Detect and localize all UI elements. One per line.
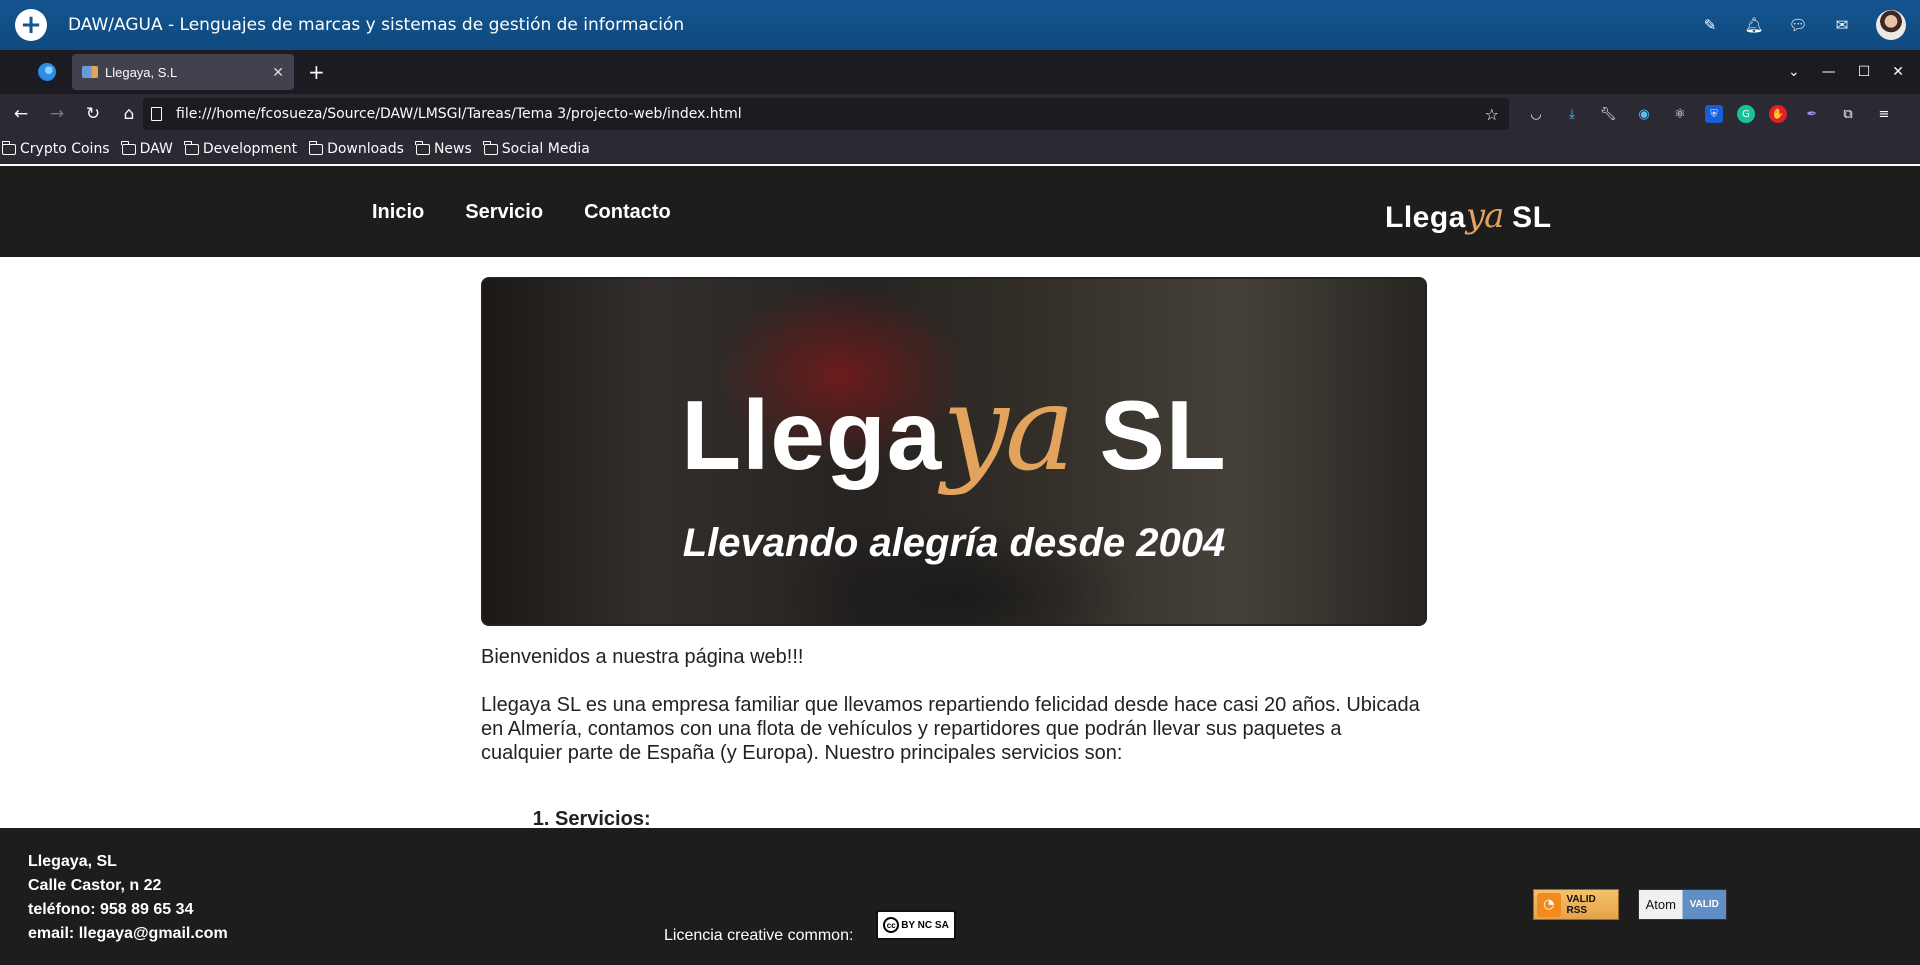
window-controls: ⌄ — ☐ ✕ (1788, 50, 1904, 94)
bookmark-folder-crypto[interactable]: Crypto Coins (1, 140, 110, 157)
download-icon[interactable]: ⤓ (1561, 103, 1583, 125)
site-logo[interactable]: Llegaya SL (1385, 196, 1552, 236)
pin-icon[interactable]: ✎ (1700, 15, 1720, 35)
email: email: llegaya@gmail.com (28, 925, 228, 942)
bookmark-folder-development[interactable]: Development (184, 140, 297, 157)
hero-banner: Llegaya SL Llevando alegría desde 2004 (481, 277, 1427, 626)
bookmark-star-icon[interactable]: ☆ (1485, 105, 1499, 124)
company-name: Llegaya, SL (28, 853, 117, 870)
folder-icon (483, 140, 498, 155)
tab-active[interactable]: Llegaya, S.L ✕ (72, 54, 294, 90)
target-extension-icon[interactable]: ◉ (1633, 103, 1655, 125)
site-favicon-icon (82, 66, 98, 78)
nav-link-servicio[interactable]: Servicio (465, 201, 543, 224)
url-text[interactable]: file:///home/fcosueza/Source/DAW/LMSGI/T… (176, 106, 1485, 122)
creative-commons-badge[interactable]: cc BY NC SA (876, 910, 956, 940)
url-bar[interactable]: file:///home/fcosueza/Source/DAW/LMSGI/T… (143, 98, 1509, 130)
bookmark-folder-social-media[interactable]: Social Media (483, 140, 590, 157)
site-header: Inicio Servicio Contacto Llegaya SL (0, 166, 1920, 257)
folder-icon (1, 140, 16, 155)
tab-list-chevron-down-icon[interactable]: ⌄ (1788, 64, 1800, 80)
welcome-text: Bienvenidos a nuestra página web!!! (481, 646, 804, 668)
add-icon[interactable]: + (15, 9, 47, 41)
mail-icon[interactable]: ✉ (1832, 15, 1852, 35)
contact-info: Llegaya, SL Calle Castor, n 22 teléfono:… (28, 850, 228, 946)
address: Calle Castor, n 22 (28, 877, 162, 894)
nav-link-inicio[interactable]: Inicio (372, 201, 424, 224)
grammarly-icon[interactable]: G (1737, 105, 1755, 123)
chat-icon[interactable]: 💬︎ (1788, 15, 1808, 35)
bell-icon[interactable]: 🔔︎ (1744, 15, 1764, 35)
rss-icon: ◔ (1537, 892, 1561, 917)
license-label: Licencia creative common: (664, 927, 854, 944)
minimize-icon[interactable]: — (1822, 64, 1836, 80)
cc-icon: cc (883, 917, 900, 933)
bitwarden-icon[interactable]: ⛨ (1705, 105, 1723, 123)
site-footer: Llegaya, SL Calle Castor, n 22 teléfono:… (0, 828, 1920, 965)
bookmark-folder-daw[interactable]: DAW (121, 140, 173, 157)
bookmark-folder-downloads[interactable]: Downloads (308, 140, 404, 157)
page-icon (151, 107, 162, 121)
hero-title: Llegaya SL (681, 359, 1227, 497)
folder-icon (415, 140, 430, 155)
avatar[interactable] (1876, 10, 1906, 40)
home-icon[interactable]: ⌂ (114, 99, 144, 129)
firefox-icon[interactable] (38, 63, 56, 81)
system-tray: ✎ 🔔︎ 💬︎ ✉ (1700, 0, 1906, 50)
folder-icon (121, 140, 136, 155)
back-icon[interactable]: ← (6, 99, 36, 129)
folder-icon (308, 140, 324, 155)
nav-link-contacto[interactable]: Contacto (584, 201, 671, 224)
pocket-icon[interactable]: ◡ (1525, 103, 1547, 125)
wrench-icon[interactable]: 🔧︎ (1597, 103, 1619, 125)
valid-atom-badge[interactable]: Atom VALID (1638, 889, 1727, 920)
bookmark-folder-news[interactable]: News (415, 140, 472, 157)
app-title-bar: + DAW/AGUA - Lenguajes de marcas y siste… (0, 0, 1920, 50)
bookmarks-bar: Crypto Coins DAW Development Downloads N… (0, 134, 1920, 164)
close-tab-icon[interactable]: ✕ (272, 64, 284, 81)
menu-hamburger-icon[interactable]: ≡ (1873, 103, 1895, 125)
intro-paragraph: Llegaya SL es una empresa familiar que l… (481, 694, 1420, 764)
reload-icon[interactable]: ↻ (78, 99, 108, 129)
extensions-bar: ◡ ⤓ 🔧︎ ◉ ⚛ ⛨ G ✋ ✒ ⧉ ≡ (1525, 94, 1895, 134)
forward-icon[interactable]: → (42, 99, 72, 129)
react-devtools-icon[interactable]: ⚛ (1669, 103, 1691, 125)
hero-subtitle: Llevando alegría desde 2004 (682, 521, 1226, 565)
folder-icon (184, 140, 199, 155)
site-nav: Inicio Servicio Contacto (372, 201, 671, 224)
tab-label: Llegaya, S.L (105, 64, 178, 80)
color-picker-icon[interactable]: ✒ (1801, 103, 1823, 125)
app-title: DAW/AGUA - Lenguajes de marcas y sistema… (68, 15, 685, 35)
new-tab-icon[interactable]: + (308, 60, 325, 84)
maximize-icon[interactable]: ☐ (1858, 64, 1871, 80)
extensions-puzzle-icon[interactable]: ⧉ (1837, 103, 1859, 125)
ublock-icon[interactable]: ✋ (1769, 105, 1787, 123)
phone: teléfono: 958 89 65 34 (28, 901, 194, 918)
close-window-icon[interactable]: ✕ (1892, 64, 1904, 80)
tab-strip: Llegaya, S.L ✕ + ⌄ — ☐ ✕ (0, 50, 1920, 94)
valid-rss-badge[interactable]: ◔ VALID RSS (1533, 889, 1619, 920)
navigation-toolbar: ← → ↻ ⌂ file:///home/fcosueza/Source/DAW… (0, 94, 1920, 134)
main-content: Bienvenidos a nuestra página web!!! Lleg… (481, 645, 1427, 831)
